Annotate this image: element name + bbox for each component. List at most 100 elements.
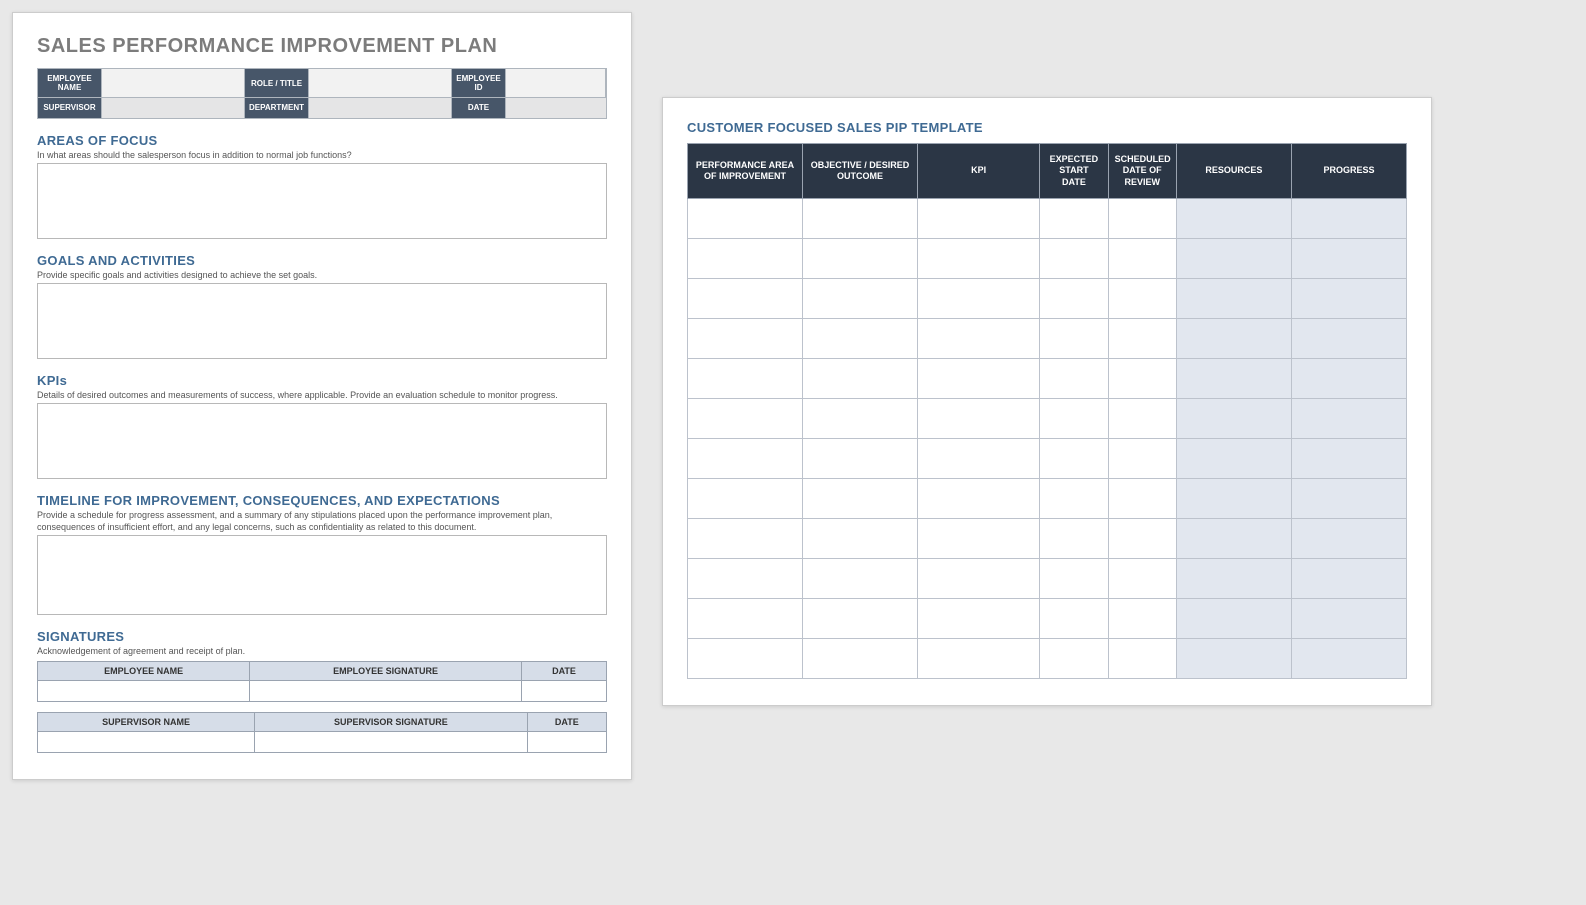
pip-cell[interactable] [1040, 198, 1108, 238]
field-employee-name[interactable] [102, 69, 245, 97]
pip-cell[interactable] [1291, 638, 1406, 678]
pip-cell[interactable] [918, 358, 1040, 398]
pip-cell[interactable] [1040, 278, 1108, 318]
pip-cell[interactable] [803, 478, 918, 518]
field-employee-id[interactable] [506, 69, 606, 97]
pip-cell[interactable] [918, 278, 1040, 318]
pip-cell[interactable] [1108, 638, 1176, 678]
pip-cell[interactable] [1176, 358, 1291, 398]
pip-cell[interactable] [803, 518, 918, 558]
pip-cell[interactable] [1291, 518, 1406, 558]
pip-cell[interactable] [1108, 238, 1176, 278]
pip-cell[interactable] [1040, 358, 1108, 398]
textarea-areas[interactable] [37, 163, 607, 239]
pip-cell[interactable] [688, 318, 803, 358]
pip-cell[interactable] [1176, 278, 1291, 318]
pip-cell[interactable] [1108, 558, 1176, 598]
pip-cell[interactable] [1040, 518, 1108, 558]
pip-cell[interactable] [1291, 478, 1406, 518]
pip-cell[interactable] [1040, 478, 1108, 518]
pip-cell[interactable] [1108, 198, 1176, 238]
pip-cell[interactable] [688, 278, 803, 318]
pip-cell[interactable] [1040, 598, 1108, 638]
pip-cell[interactable] [918, 638, 1040, 678]
pip-cell[interactable] [1108, 398, 1176, 438]
pip-cell[interactable] [1176, 518, 1291, 558]
pip-cell[interactable] [688, 598, 803, 638]
pip-cell[interactable] [803, 598, 918, 638]
pip-cell[interactable] [1108, 438, 1176, 478]
pip-cell[interactable] [803, 358, 918, 398]
pip-cell[interactable] [803, 398, 918, 438]
sig-cell-sup-name[interactable] [38, 732, 255, 753]
pip-cell[interactable] [688, 558, 803, 598]
pip-cell[interactable] [1176, 398, 1291, 438]
pip-cell[interactable] [1291, 398, 1406, 438]
pip-cell[interactable] [1176, 638, 1291, 678]
field-department[interactable] [309, 97, 452, 117]
pip-cell[interactable] [688, 358, 803, 398]
sig-cell-sup-date[interactable] [527, 732, 606, 753]
pip-cell[interactable] [918, 478, 1040, 518]
pip-cell[interactable] [803, 318, 918, 358]
pip-cell[interactable] [1108, 358, 1176, 398]
field-date[interactable] [506, 97, 606, 117]
pip-cell[interactable] [918, 398, 1040, 438]
pip-cell[interactable] [1040, 638, 1108, 678]
pip-cell[interactable] [688, 638, 803, 678]
pip-cell[interactable] [1176, 238, 1291, 278]
pip-cell[interactable] [1291, 238, 1406, 278]
pip-cell[interactable] [1108, 318, 1176, 358]
pip-cell[interactable] [688, 438, 803, 478]
pip-cell[interactable] [1108, 278, 1176, 318]
pip-cell[interactable] [918, 558, 1040, 598]
pip-cell[interactable] [1291, 438, 1406, 478]
pip-cell[interactable] [688, 238, 803, 278]
pip-cell[interactable] [1108, 598, 1176, 638]
pip-cell[interactable] [1108, 478, 1176, 518]
pip-cell[interactable] [1291, 598, 1406, 638]
pip-cell[interactable] [803, 638, 918, 678]
pip-cell[interactable] [803, 438, 918, 478]
pip-cell[interactable] [1291, 558, 1406, 598]
pip-cell[interactable] [1040, 238, 1108, 278]
textarea-goals[interactable] [37, 283, 607, 359]
pip-cell[interactable] [1040, 398, 1108, 438]
pip-cell[interactable] [803, 238, 918, 278]
sig-cell-emp-name[interactable] [38, 681, 250, 702]
pip-cell[interactable] [918, 518, 1040, 558]
pip-cell[interactable] [1291, 318, 1406, 358]
pip-cell[interactable] [918, 598, 1040, 638]
pip-cell[interactable] [918, 438, 1040, 478]
pip-cell[interactable] [918, 238, 1040, 278]
pip-cell[interactable] [1040, 318, 1108, 358]
pip-cell[interactable] [1040, 558, 1108, 598]
pip-cell[interactable] [688, 478, 803, 518]
pip-cell[interactable] [803, 278, 918, 318]
field-role[interactable] [309, 69, 452, 97]
pip-cell[interactable] [1291, 198, 1406, 238]
pip-cell[interactable] [1176, 438, 1291, 478]
pip-cell[interactable] [803, 198, 918, 238]
pip-cell[interactable] [1176, 198, 1291, 238]
pip-cell[interactable] [1176, 598, 1291, 638]
pip-cell[interactable] [1176, 318, 1291, 358]
sig-cell-sup-sig[interactable] [255, 732, 528, 753]
pip-cell[interactable] [1040, 438, 1108, 478]
pip-cell[interactable] [688, 198, 803, 238]
sig-cell-emp-date[interactable] [522, 681, 607, 702]
sig-cell-emp-sig[interactable] [250, 681, 522, 702]
pip-cell[interactable] [1176, 558, 1291, 598]
pip-cell[interactable] [688, 518, 803, 558]
pip-cell[interactable] [1291, 358, 1406, 398]
pip-cell[interactable] [688, 398, 803, 438]
pip-cell[interactable] [918, 198, 1040, 238]
pip-cell[interactable] [1291, 278, 1406, 318]
field-supervisor[interactable] [102, 97, 245, 117]
textarea-timeline[interactable] [37, 535, 607, 615]
pip-cell[interactable] [918, 318, 1040, 358]
pip-cell[interactable] [803, 558, 918, 598]
textarea-kpi[interactable] [37, 403, 607, 479]
pip-cell[interactable] [1176, 478, 1291, 518]
pip-cell[interactable] [1108, 518, 1176, 558]
